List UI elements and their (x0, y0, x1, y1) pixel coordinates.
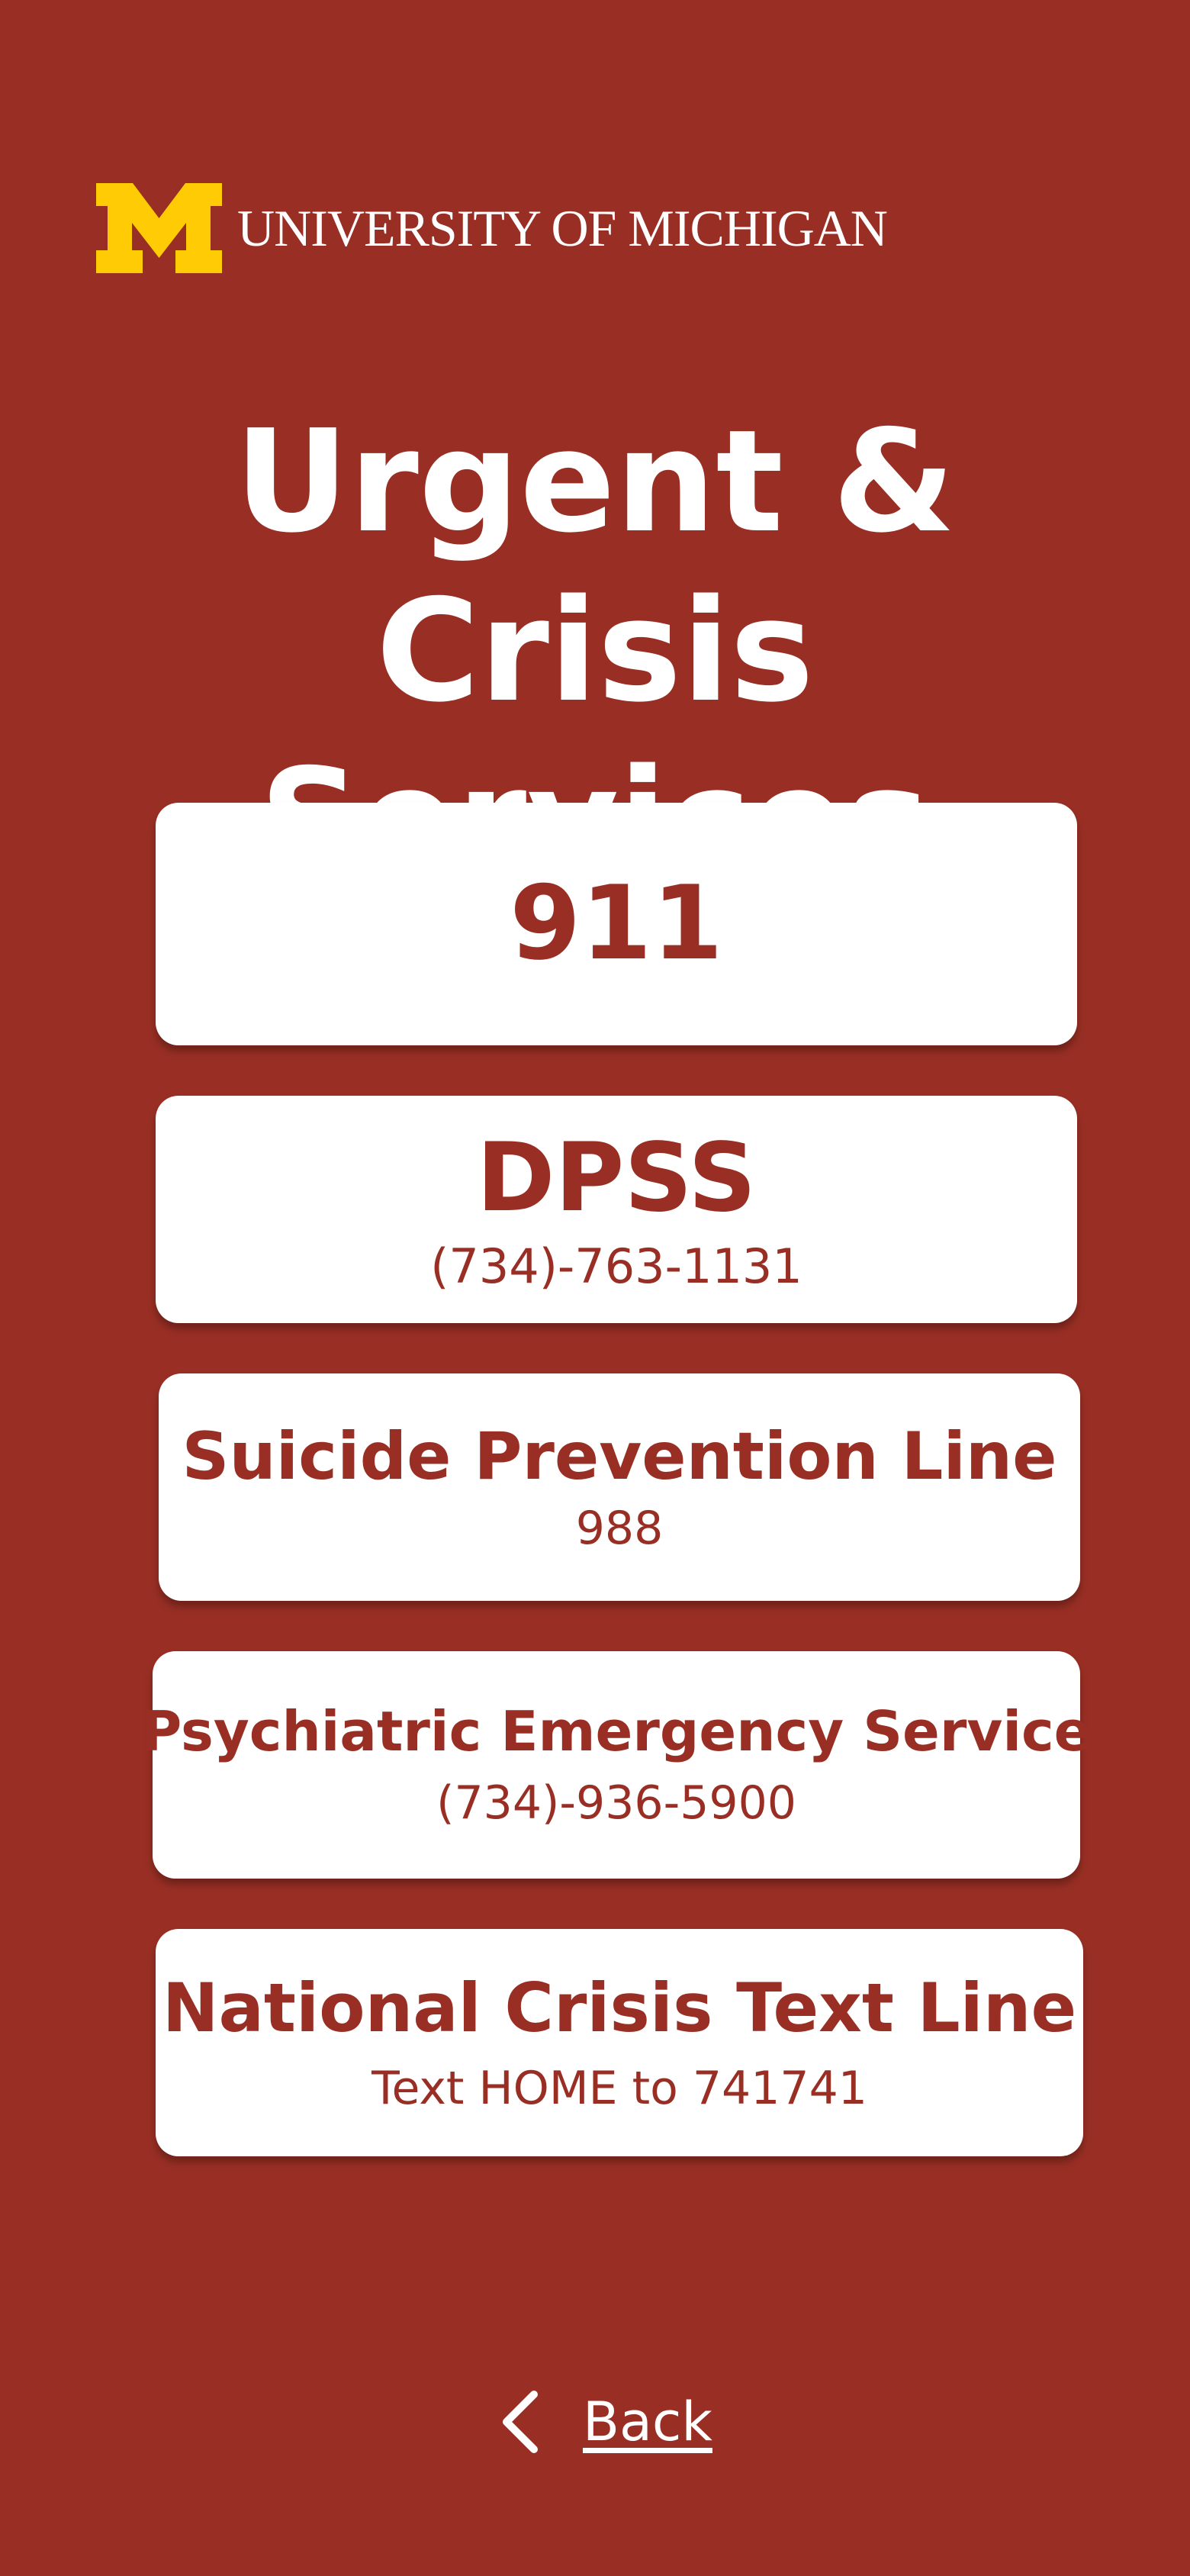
service-card-911[interactable]: 911 (156, 803, 1077, 1045)
service-name: Psychiatric Emergency Service (141, 1699, 1092, 1764)
service-card-dpss[interactable]: DPSS (734)-763-1131 (156, 1096, 1077, 1323)
service-name: National Crisis Text Line (162, 1968, 1077, 2047)
service-name: 911 (510, 864, 723, 984)
service-phone: (734)-936-5900 (436, 1776, 796, 1830)
block-m-logo-icon (96, 183, 222, 273)
page-title-line-1: Urgent & Crisis (234, 399, 956, 733)
service-phone: 988 (575, 1502, 664, 1556)
university-logo: UNIVERSITY OF MICHIGAN (96, 183, 888, 273)
service-card-psychiatric-emergency-service[interactable]: Psychiatric Emergency Service (734)-936-… (141, 1651, 1092, 1879)
service-card-suicide-prevention-line[interactable]: Suicide Prevention Line 988 (159, 1373, 1080, 1601)
service-instruction: Text HOME to 741741 (371, 2062, 867, 2116)
service-phone: (734)-763-1131 (430, 1238, 802, 1295)
back-button[interactable]: Back (497, 2388, 712, 2455)
service-name: Suicide Prevention Line (182, 1418, 1057, 1495)
service-name: DPSS (476, 1122, 757, 1233)
service-card-national-crisis-text-line[interactable]: National Crisis Text Line Text HOME to 7… (156, 1929, 1083, 2156)
university-wordmark: UNIVERSITY OF MICHIGAN (237, 199, 888, 257)
back-label: Back (583, 2391, 712, 2453)
chevron-left-icon (503, 2391, 538, 2453)
